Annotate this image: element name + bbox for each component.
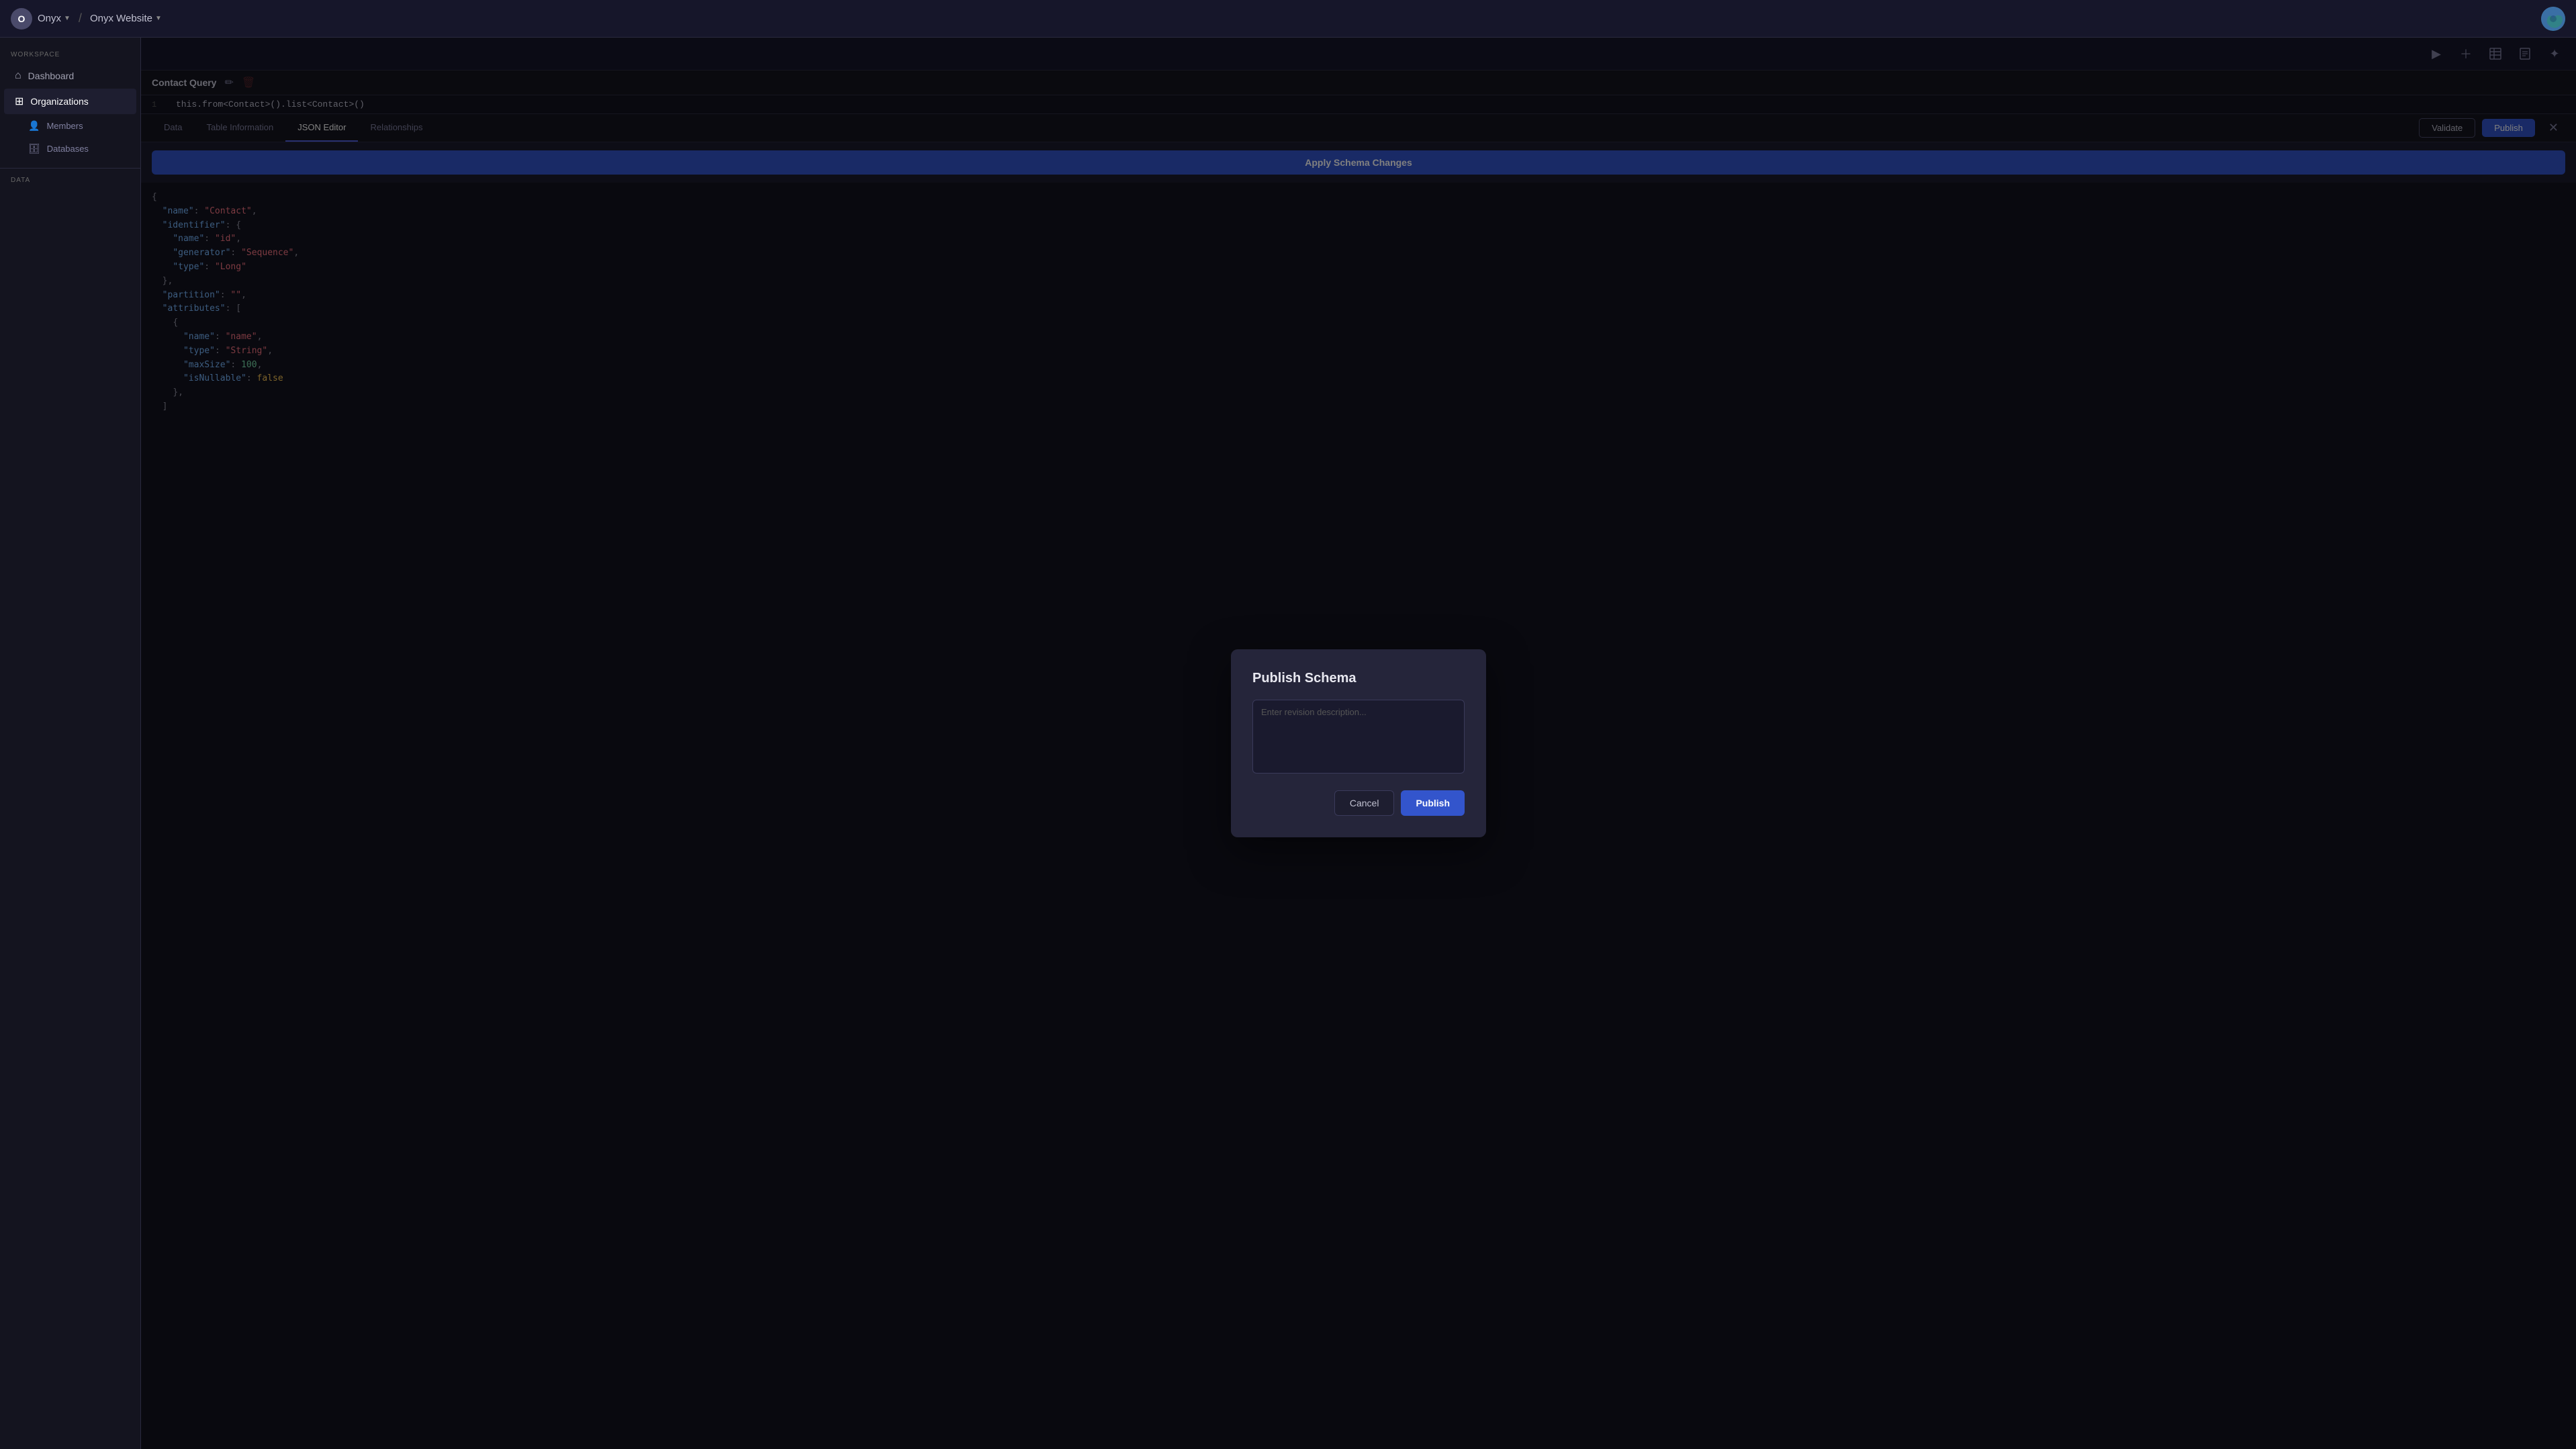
workspace-label: WORKSPACE [0,51,140,58]
modal-overlay: Publish Schema Cancel Publish [141,38,2576,1449]
project-name: Onyx Website [90,13,152,24]
project-caret: ▼ [155,15,162,22]
content-area: ▶ ＋ ✦ Contact [141,38,2576,1449]
sidebar-item-members[interactable]: 👤 Members [4,115,136,137]
databases-label: Databases [47,144,89,154]
data-label: DATA [0,177,140,184]
org-caret: ▼ [64,15,71,22]
main-layout: WORKSPACE ⌂ Dashboard ⊞ Organizations 👤 … [0,38,2576,1449]
cancel-button[interactable]: Cancel [1334,790,1395,816]
sidebar-item-databases[interactable]: 🗄 Databases [4,138,136,160]
modal-title: Publish Schema [1252,671,1465,686]
topbar-org[interactable]: Onyx ▼ [38,13,71,24]
org-avatar[interactable]: O [11,8,32,30]
topbar-project[interactable]: Onyx Website ▼ [90,13,162,24]
sidebar-divider [0,168,140,169]
topbar: O Onyx ▼ / Onyx Website ▼ [0,0,2576,38]
organizations-icon: ⊞ [15,95,24,108]
members-label: Members [46,121,83,131]
organizations-label: Organizations [30,96,88,107]
sidebar-item-dashboard[interactable]: ⌂ Dashboard [4,64,136,88]
topbar-left: O Onyx ▼ / Onyx Website ▼ [11,8,2541,30]
publish-schema-modal: Publish Schema Cancel Publish [1231,649,1486,837]
databases-icon: 🗄 [28,143,40,154]
sidebar: WORKSPACE ⌂ Dashboard ⊞ Organizations 👤 … [0,38,141,1449]
modal-actions: Cancel Publish [1252,790,1465,816]
sidebar-item-organizations[interactable]: ⊞ Organizations [4,89,136,114]
org-name: Onyx [38,13,61,24]
publish-modal-button[interactable]: Publish [1401,790,1465,816]
dashboard-label: Dashboard [28,71,75,81]
user-avatar[interactable] [2541,7,2565,31]
members-icon: 👤 [28,120,40,132]
home-icon: ⌂ [15,70,21,82]
topbar-separator: / [79,11,82,26]
revision-description-input[interactable] [1252,700,1465,774]
avatar-image [2541,7,2565,31]
